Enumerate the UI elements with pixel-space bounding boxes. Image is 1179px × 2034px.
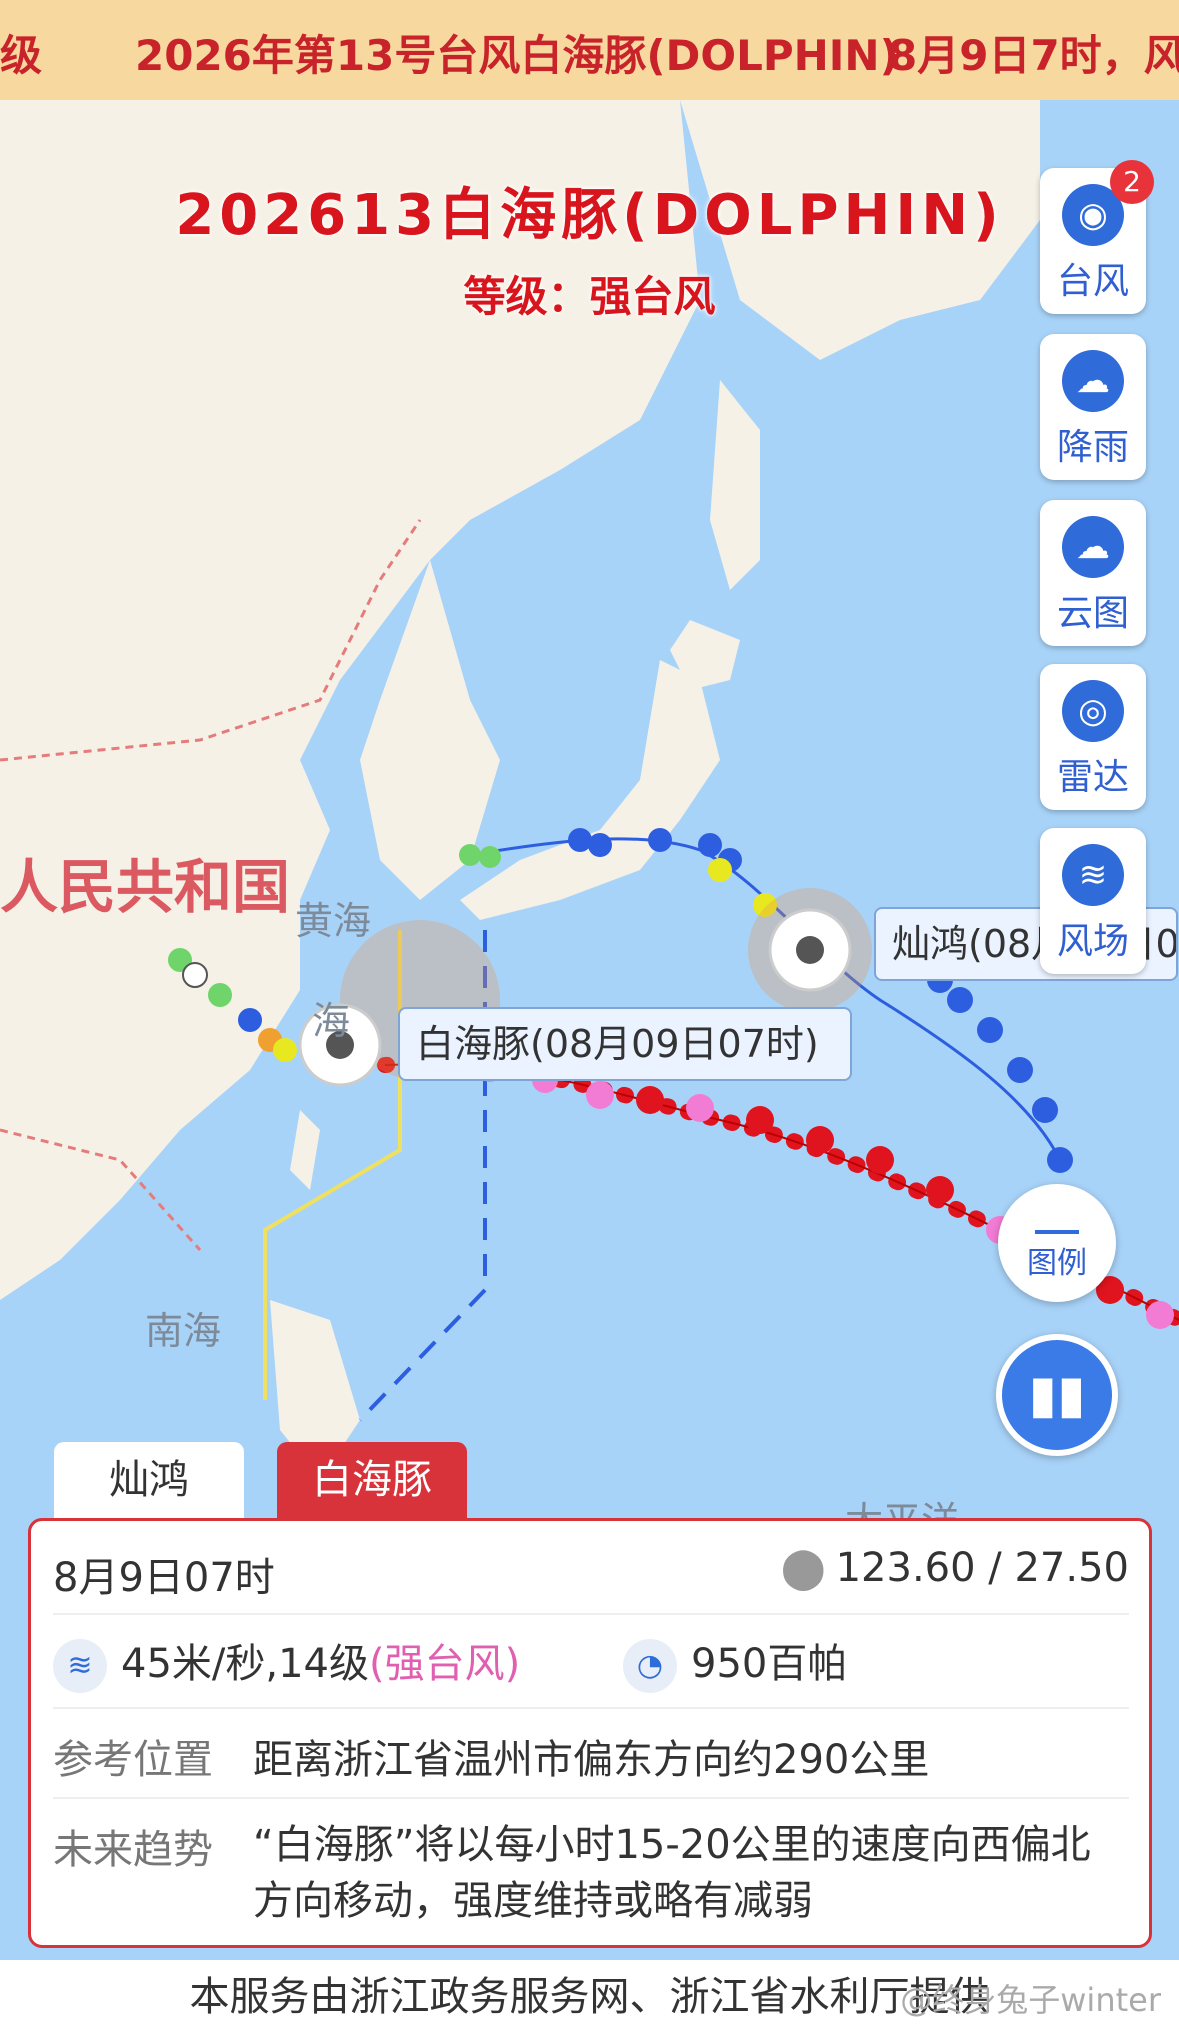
country-label: 人民共和国 <box>0 853 291 921</box>
side-button-cloud[interactable]: ☁ 云图 <box>1040 500 1146 646</box>
ticker-part-1: 2026年第13号台风白海豚(DOLPHIN) <box>135 31 899 80</box>
trend-label: 未来趋势 <box>53 1827 213 1873</box>
rain-cloud-icon: ☁ <box>1062 350 1124 412</box>
pressure-info: ◔ 950百帕 <box>623 1631 847 1693</box>
wind-speed: 45米/秒,14级 <box>121 1641 369 1687</box>
wind-icon: ≋ <box>53 1639 107 1693</box>
divider <box>53 1707 1129 1709</box>
side-button-label: 云图 <box>1056 593 1129 634</box>
side-button-typhoon[interactable]: ◉ 台风 2 <box>1040 160 1154 314</box>
yellow-sea-label: 黄海 <box>295 899 372 943</box>
side-button-label: 降雨 <box>1056 427 1129 468</box>
tab-dolphin[interactable]: 白海豚 <box>277 1442 467 1518</box>
wind-info: ≋ 45米/秒,14级(强台风) <box>53 1631 520 1693</box>
trend-value: “白海豚”将以每小时15-20公里的速度向西偏北方向移动，强度维持或略有减弱 <box>253 1822 1091 1924</box>
divider <box>53 1613 1129 1615</box>
east-sea-label: 海 <box>312 999 351 1043</box>
watermark: @终身兔子winter <box>900 1981 1161 2019</box>
pressure-value: 950百帕 <box>691 1641 848 1687</box>
gauge-icon: ◔ <box>623 1639 677 1693</box>
radar-icon: ◎ <box>1062 680 1124 742</box>
typhoon-info-panel: 8月9日07时 ⬤ 123.60 / 27.50 ≋ 45米/秒,14级(强台风) … <box>28 1518 1152 1948</box>
tab-canhong[interactable]: 灿鸿 <box>54 1442 244 1518</box>
divider <box>53 1797 1129 1799</box>
side-button-label: 风场 <box>1056 921 1129 962</box>
book-icon: ▮▮ <box>1028 1365 1086 1425</box>
news-ticker: 级 2026年第13号台风白海豚(DOLPHIN) 8月9日7时，风 <box>0 0 1179 100</box>
side-button-radar[interactable]: ◎ 雷达 <box>1040 664 1146 810</box>
dolphin-storm-tag[interactable]: 白海豚(08月09日07时) <box>398 1007 852 1081</box>
legend-icon <box>1035 1214 1079 1234</box>
location-pin-icon: ⬤ <box>780 1545 826 1591</box>
ticker-part-2: 8月9日7时，风 <box>888 31 1179 80</box>
cloud-icon: ☁ <box>1062 516 1124 578</box>
notification-badge: 2 <box>1110 160 1154 204</box>
book-button[interactable]: ▮▮ <box>996 1334 1118 1456</box>
wind-icon: ≋ <box>1062 844 1124 906</box>
south-sea-label: 南海 <box>145 1309 222 1353</box>
observation-time: 8月9日07时 <box>53 1555 275 1601</box>
canhong-storm-marker <box>748 888 872 1012</box>
coordinates: ⬤ 123.60 / 27.50 <box>781 1545 1129 1591</box>
legend-button[interactable]: 图例 <box>998 1184 1116 1302</box>
coord-value: 123.60 / 27.50 <box>835 1545 1129 1591</box>
ref-pos-value: 距离浙江省温州市偏东方向约290公里 <box>253 1737 930 1783</box>
side-button-rain[interactable]: ☁ 降雨 <box>1040 334 1146 480</box>
legend-label: 图例 <box>1027 1246 1087 1281</box>
time-row: 8月9日07时 ⬤ 123.60 / 27.50 <box>53 1545 1129 1603</box>
trend-row: 未来趋势 “白海豚”将以每小时15-20公里的速度向西偏北方向移动，强度维持或略… <box>53 1817 1129 1924</box>
side-button-label: 雷达 <box>1056 757 1129 798</box>
reference-position-row: 参考位置 距离浙江省温州市偏东方向约290公里 <box>53 1727 929 1785</box>
ticker-part-0: 级 <box>0 31 43 80</box>
wind-grade: (强台风) <box>369 1641 521 1687</box>
side-button-label: 台风 <box>1056 261 1129 302</box>
ref-pos-label: 参考位置 <box>53 1737 213 1783</box>
side-button-wind[interactable]: ≋ 风场 <box>1040 828 1146 974</box>
